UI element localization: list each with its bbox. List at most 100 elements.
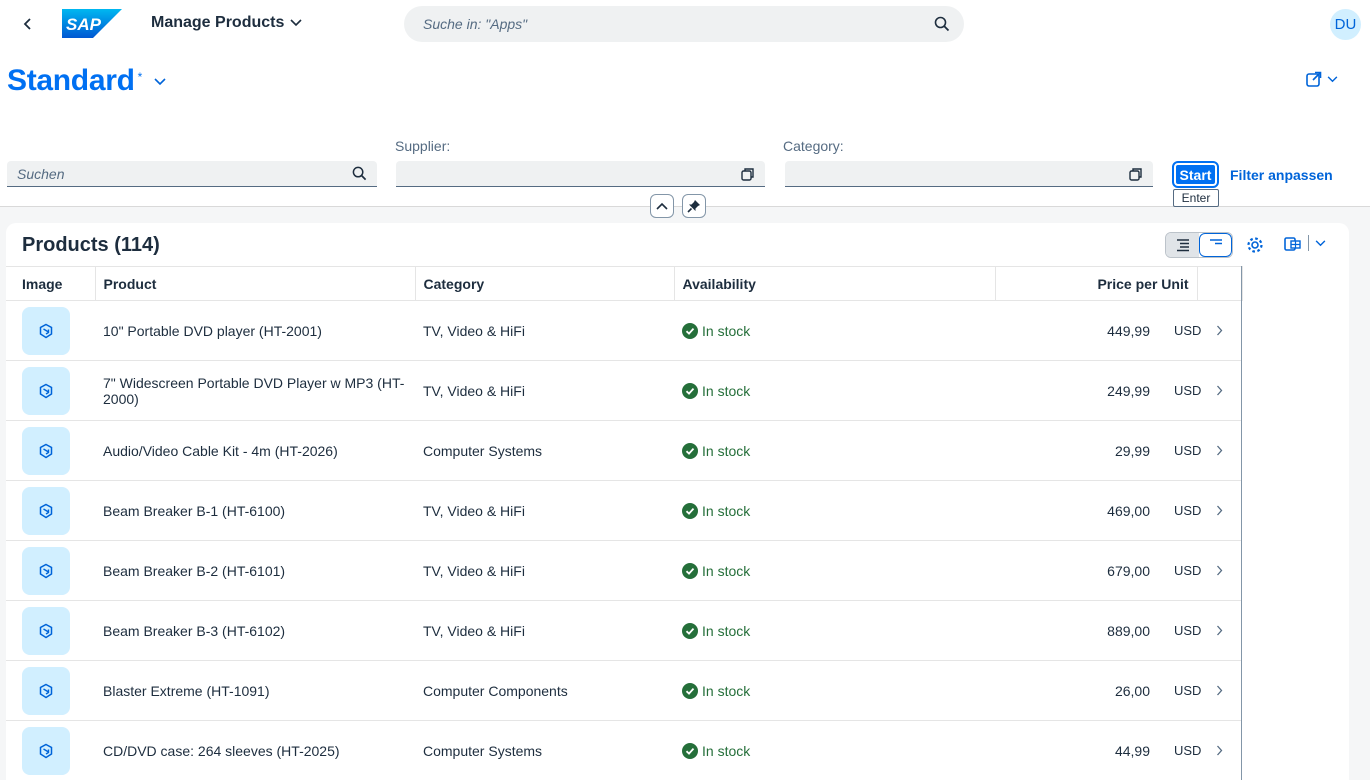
table-row[interactable]: Beam Breaker B-2 (HT-6101) TV, Video & H… [6,540,1242,601]
product-icon [39,743,53,758]
product-thumbnail[interactable] [22,606,70,655]
navigation-cell[interactable] [1197,720,1242,780]
availability-cell: In stock [674,420,995,481]
user-avatar[interactable]: DU [1330,9,1361,40]
search-icon[interactable] [352,166,367,181]
column-header-image[interactable]: Image [6,266,96,301]
table-row[interactable]: Audio/Video Cable Kit - 4m (HT-2026) Com… [6,420,1242,481]
category-cell: Computer Systems [415,420,674,481]
category-field [785,161,1153,187]
shell-search-input[interactable] [423,16,934,32]
start-button[interactable]: Start [1172,161,1219,188]
availability-status: In stock [682,382,987,399]
pin-header-button[interactable] [682,194,706,218]
navigation-cell[interactable] [1197,600,1242,661]
category-value: Computer Systems [423,742,543,759]
product-icon [39,503,53,518]
price-value: 26,00 [1114,682,1150,699]
success-check-icon [682,322,698,339]
column-header-product[interactable]: Product [95,266,416,301]
collapse-header-button[interactable] [650,194,674,218]
availability-status: In stock [682,742,987,759]
sap-logo[interactable]: SAP [62,9,122,38]
product-name: CD/DVD case: 264 sleeves (HT-2025) [103,742,340,759]
back-button[interactable] [14,10,42,38]
table-header-row: Image Product Category Availability Pric… [6,266,1243,301]
variant-title: Standard [7,64,135,97]
supplier-label: Supplier: [395,138,451,154]
chevron-down-icon[interactable] [1315,239,1326,247]
adapt-filters-button[interactable]: Filter anpassen [1230,167,1333,183]
column-header-price[interactable]: Price per Unit [995,266,1198,301]
product-cell: Blaster Extreme (HT-1091) [95,660,415,721]
share-button[interactable] [1305,70,1338,88]
chevron-left-icon [23,18,31,30]
image-cell [6,300,95,361]
table-settings-button[interactable] [1244,234,1266,256]
product-thumbnail[interactable] [22,426,70,475]
search-icon[interactable] [934,16,950,32]
table-row[interactable]: Beam Breaker B-1 (HT-6100) TV, Video & H… [6,480,1242,541]
availability-status: In stock [682,682,987,699]
product-thumbnail[interactable] [22,726,70,775]
column-header-nav [1197,266,1243,301]
success-check-icon [682,502,698,519]
variant-selector[interactable]: Standard * [7,64,166,98]
product-cell: Beam Breaker B-2 (HT-6101) [95,540,415,601]
success-check-icon [682,742,698,759]
product-name: Beam Breaker B-3 (HT-6102) [103,622,286,639]
image-cell [6,360,95,421]
product-cell: CD/DVD case: 264 sleeves (HT-2025) [95,720,415,780]
navigation-cell[interactable] [1197,540,1242,601]
supplier-input[interactable] [406,165,741,182]
category-input[interactable] [795,165,1129,182]
availability-text: In stock [702,382,751,399]
flat-view-button[interactable] [1199,233,1232,257]
table-row[interactable]: Beam Breaker B-3 (HT-6102) TV, Video & H… [6,600,1242,661]
image-cell [6,660,95,721]
product-thumbnail[interactable] [22,306,70,355]
product-icon [39,443,53,458]
success-check-icon [682,382,698,399]
table-row[interactable]: Blaster Extreme (HT-1091) Computer Compo… [6,660,1242,721]
currency-value: USD [1174,743,1202,758]
price-cell: 29,99 [995,420,1150,481]
value-help-icon[interactable] [741,167,755,181]
table-row[interactable]: CD/DVD case: 264 sleeves (HT-2025) Compu… [6,720,1242,780]
product-thumbnail[interactable] [22,486,70,535]
navigation-cell[interactable] [1197,360,1242,421]
table-row[interactable]: 7" Widescreen Portable DVD Player w MP3 … [6,360,1242,421]
price-cell: 449,99 [995,300,1150,361]
product-thumbnail[interactable] [22,546,70,595]
availability-status: In stock [682,562,987,579]
price-cell: 679,00 [995,540,1150,601]
product-thumbnail[interactable] [22,366,70,415]
price-cell: 469,00 [995,480,1150,541]
tree-view-button[interactable] [1166,233,1199,257]
chevron-down-icon [290,19,302,27]
table-row[interactable]: 10" Portable DVD player (HT-2001) TV, Vi… [6,300,1242,361]
app-title-menu[interactable]: Manage Products [151,14,302,32]
navigation-cell[interactable] [1197,660,1242,721]
product-icon [39,323,53,338]
navigation-cell[interactable] [1197,420,1242,481]
chevron-right-icon [1217,385,1223,395]
column-header-category[interactable]: Category [415,266,675,301]
availability-cell: In stock [674,540,995,601]
product-cell: Audio/Video Cable Kit - 4m (HT-2026) [95,420,415,481]
export-button[interactable] [1284,234,1326,252]
basic-search-input[interactable] [17,165,352,182]
column-header-availability[interactable]: Availability [674,266,996,301]
navigation-cell[interactable] [1197,300,1242,361]
success-check-icon [682,682,698,699]
price-value: 449,99 [1107,322,1150,339]
currency-cell: USD [1150,600,1201,661]
product-icon [39,383,53,398]
list-icon [1209,239,1222,245]
value-help-icon[interactable] [1129,167,1143,181]
navigation-cell[interactable] [1197,480,1242,541]
product-thumbnail[interactable] [22,666,70,715]
availability-text: In stock [702,742,751,759]
currency-cell: USD [1150,660,1201,721]
availability-text: In stock [702,442,751,459]
